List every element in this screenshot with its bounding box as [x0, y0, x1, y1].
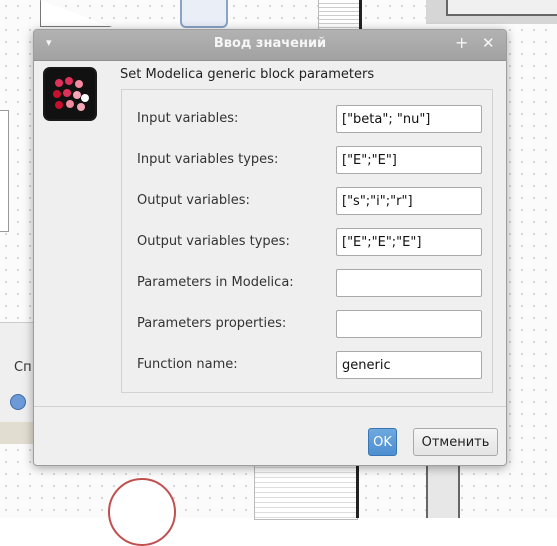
param-row: Parameters properties:: [122, 310, 492, 340]
parameters-in-modelica-label: Parameters in Modelica:: [137, 275, 294, 290]
param-row: Output variables:: [122, 187, 492, 217]
dialog-heading: Set Modelica generic block parameters: [120, 67, 375, 82]
button-separator: [34, 406, 506, 407]
background-window-frame: [426, 0, 557, 24]
param-row: Output variables types:: [122, 228, 492, 258]
background-document: [0, 110, 9, 232]
output-variables-field[interactable]: [336, 187, 482, 215]
dialog-title: Ввод значений: [213, 36, 327, 51]
input-variables-types-field[interactable]: [336, 146, 482, 174]
output-variables-label: Output variables:: [137, 193, 250, 208]
background-page-preview: [318, 0, 362, 30]
dialog-titlebar[interactable]: ▾ Ввод значений + ✕: [34, 30, 506, 61]
background-divider: [356, 466, 359, 518]
background-panel-label: Сп: [14, 360, 32, 375]
ok-button[interactable]: OK: [368, 428, 397, 456]
maximize-icon[interactable]: +: [455, 33, 468, 52]
close-icon[interactable]: ✕: [482, 34, 495, 52]
parameters-panel: Input variables: Input variables types: …: [121, 89, 493, 393]
zoom-in-icon: [10, 394, 26, 410]
param-row: Input variables:: [122, 105, 492, 135]
background-toolbar-strip: [0, 422, 36, 444]
parameters-properties-label: Parameters properties:: [137, 316, 287, 331]
input-variables-field[interactable]: [336, 105, 482, 133]
function-name-field[interactable]: [336, 351, 482, 379]
input-variables-label: Input variables:: [137, 111, 239, 126]
cancel-button[interactable]: Отменить: [413, 428, 498, 456]
input-variables-types-label: Input variables types:: [137, 152, 279, 167]
param-row: Function name:: [122, 351, 492, 381]
input-values-dialog: ▾ Ввод значений + ✕ Set Modelica generic…: [33, 29, 507, 466]
function-name-label: Function name:: [137, 357, 238, 372]
background-frame-bottom: [426, 466, 460, 518]
param-row: Input variables types:: [122, 146, 492, 176]
output-variables-types-field[interactable]: [336, 228, 482, 256]
palette-block: [180, 0, 228, 28]
output-variables-types-label: Output variables types:: [137, 234, 290, 249]
parameters-in-modelica-field[interactable]: [336, 269, 482, 297]
parameters-properties-field[interactable]: [336, 310, 482, 338]
background-circle-block: [108, 478, 176, 546]
background-document-preview: [254, 462, 358, 520]
modelica-block-icon: [43, 67, 97, 121]
param-row: Parameters in Modelica:: [122, 269, 492, 299]
